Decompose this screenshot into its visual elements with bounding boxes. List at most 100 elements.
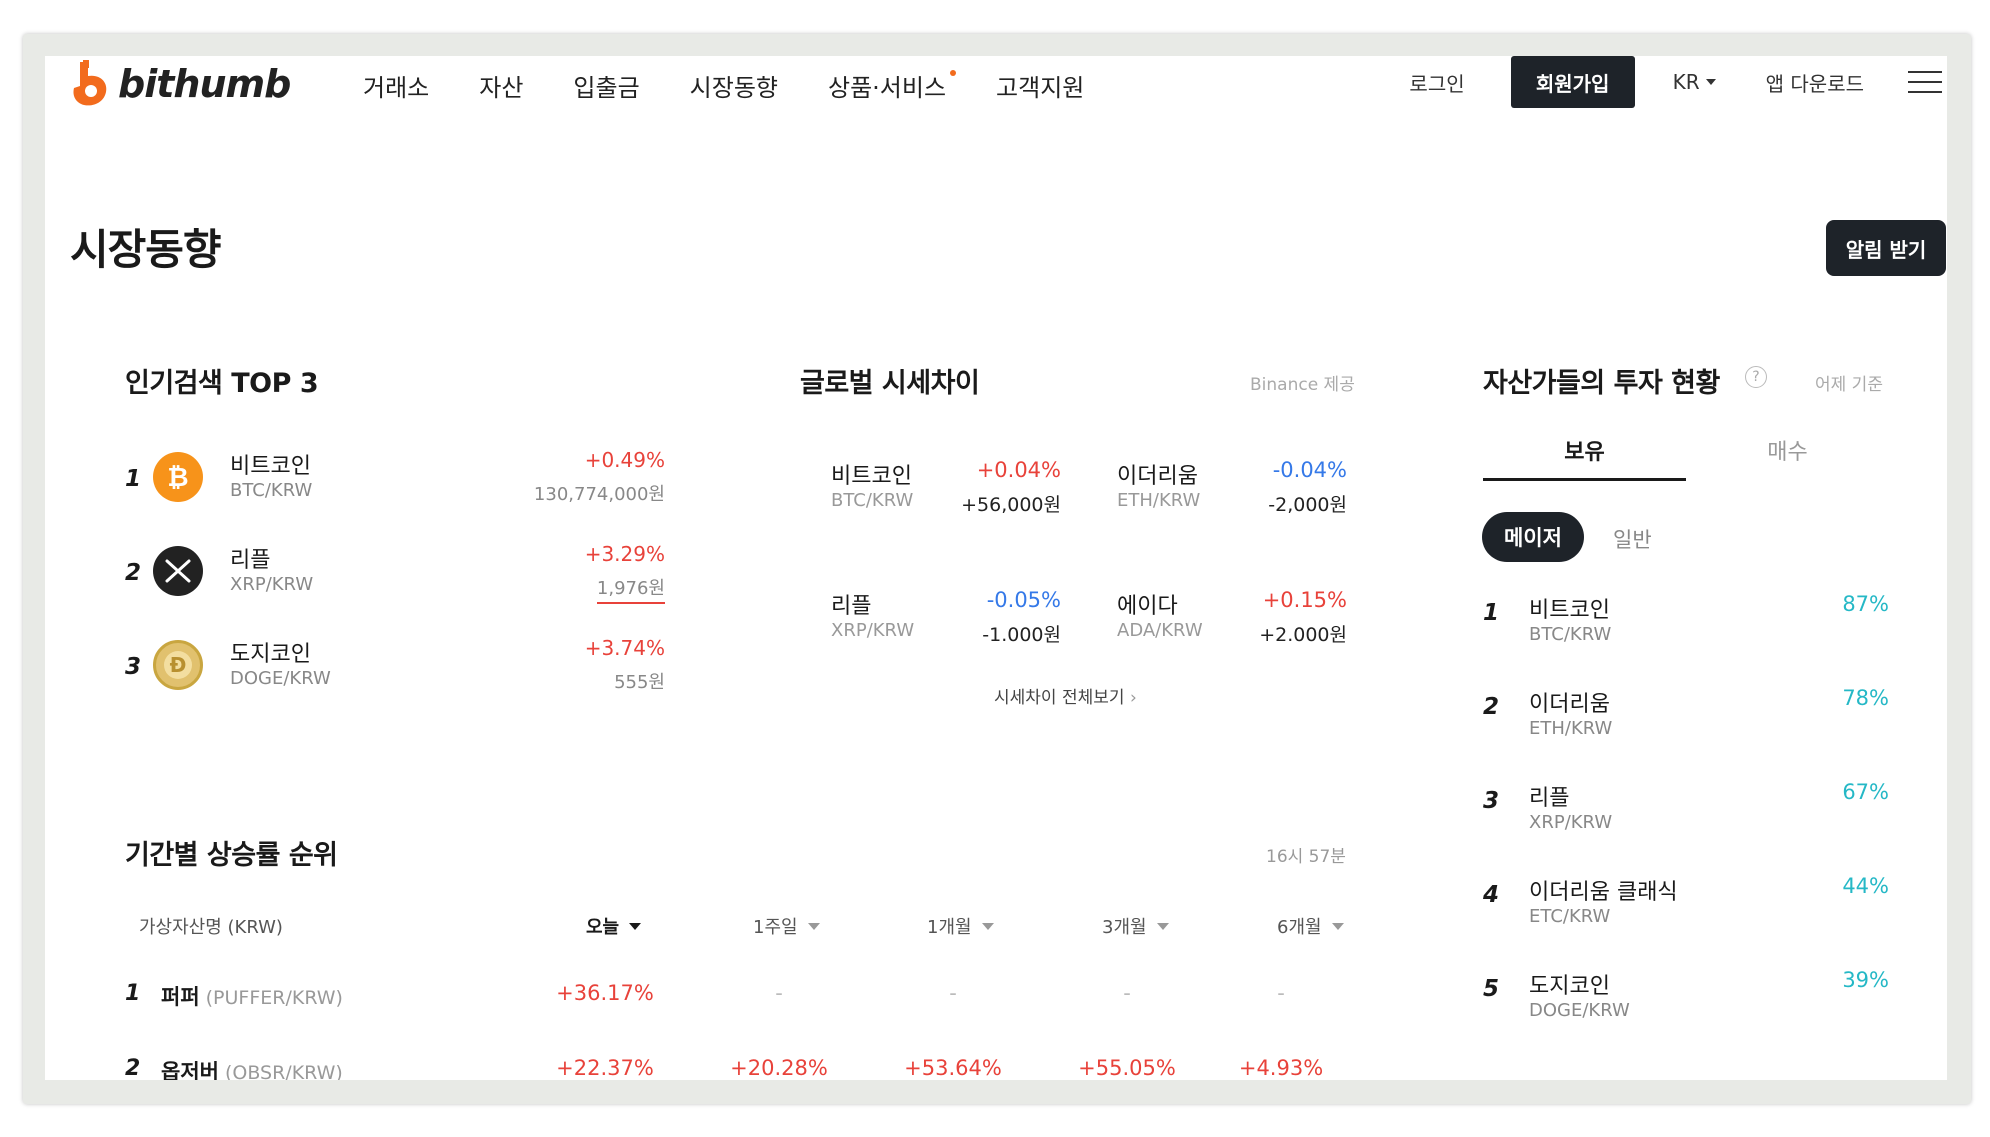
col-today[interactable]: 오늘 [586,913,642,939]
sort-down-icon [807,922,820,930]
investor-item[interactable]: 3 리플 XRP/KRW 67% [1483,780,1889,850]
diff-percent: -0.04% [1272,458,1347,482]
see-all-label: 시세차이 전체보기 [994,688,1125,708]
signup-button[interactable]: 회원가입 [1510,56,1635,108]
coin-name: 이더리움 클래식 [1529,880,1678,905]
popular-item[interactable]: 1 ₿ 비트코인 BTC/KRW +0.49% 130,774,000원 [125,448,665,518]
change-today: +36.17% [556,981,654,1005]
alert-button[interactable]: 알림 받기 [1826,220,1946,276]
global-diff-title: 글로벌 시세차이 [800,368,980,399]
app-download-link[interactable]: 앱 다운로드 [1766,68,1864,97]
logo-text: bithumb [118,62,291,106]
col-3month-label: 3개월 [1102,917,1147,938]
page: bithumb 거래소 자산 입출금 시장동향 상품·서비스 고객지원 로그인 … [45,56,1947,1080]
rank: 5 [1483,976,1500,1002]
diff-percent: -0.05% [986,588,1061,612]
investor-item[interactable]: 2 이더리움 ETH/KRW 78% [1483,686,1889,756]
holding-percent: 44% [1842,874,1889,898]
coin-name: 리플 [230,548,271,573]
col-asset-name: 가상자산명 (KRW) [139,917,283,938]
coin-name: 도지코인 [1529,974,1610,999]
ranking-time: 16시 57분 [1266,847,1346,867]
col-today-label: 오늘 [586,917,620,938]
change-6month: - [1277,981,1285,1005]
filter-general[interactable]: 일반 [1613,524,1652,554]
coin-name: 옵저버 (OBSR/KRW) [161,1056,343,1080]
coin-pair: DOGE/KRW [1529,1000,1630,1021]
see-all-diff-link[interactable]: 시세차이 전체보기 › [994,683,1137,708]
change-percent: +3.29% [584,542,665,566]
rank: 1 [125,981,141,1006]
sort-down-icon [981,922,994,930]
coin-name: 리플 [1529,786,1570,811]
header-actions: 로그인 회원가입 KR 앱 다운로드 [1409,56,1947,108]
diff-percent: +0.15% [1262,588,1347,612]
global-diff-item[interactable]: 비트코인 BTC/KRW +0.04% +56,000원 [831,458,1061,518]
nav-assets[interactable]: 자산 [479,68,523,103]
coin-pair: XRP/KRW [1529,812,1613,833]
ranking-row[interactable]: 2 옵저버 (OBSR/KRW) +22.37% +20.28% +53.64% … [125,1056,1323,1080]
bitcoin-icon: ₿ [153,452,203,502]
investor-item[interactable]: 1 비트코인 BTC/KRW 87% [1483,592,1889,662]
rank: 3 [1483,788,1500,814]
holding-percent: 87% [1842,592,1889,616]
coin-pair: XRP/KRW [831,620,915,641]
coin-name-text: 퍼퍼 [161,985,200,1009]
tab-holding[interactable]: 보유 [1483,434,1686,466]
coin-pair: ETH/KRW [1529,718,1613,739]
popular-item[interactable]: 2 리플 XRP/KRW +3.29% 1,976원 [125,542,665,612]
ranking-row[interactable]: 1 퍼퍼 (PUFFER/KRW) +36.17% - - - - [125,981,1285,1021]
page-title: 시장동향 [70,225,222,274]
nav-exchange[interactable]: 거래소 [363,68,429,103]
nav-deposit-withdraw[interactable]: 입출금 [573,68,639,103]
holding-percent: 78% [1842,686,1889,710]
language-label: KR [1672,70,1700,94]
coin-price: 555원 [614,672,665,693]
change-percent: +3.74% [584,636,665,660]
col-6month-label: 6개월 [1277,917,1322,938]
bithumb-logo[interactable]: bithumb [70,59,291,109]
diff-amount: +56,000원 [961,494,1061,516]
filter-major[interactable]: 메이저 [1482,512,1584,562]
nav-market-trends[interactable]: 시장동향 [690,68,778,103]
holding-percent: 39% [1842,968,1889,992]
coin-pair: ETC/KRW [1529,906,1611,927]
tab-buying[interactable]: 매수 [1686,434,1889,466]
investor-item[interactable]: 5 도지코인 DOGE/KRW 39% [1483,968,1889,1038]
nav-products-services[interactable]: 상품·서비스 [828,68,957,103]
language-selector[interactable]: KR [1673,70,1716,94]
diff-amount: -1.000원 [982,624,1061,646]
col-1month-label: 1개월 [927,917,972,938]
holding-percent: 67% [1842,780,1889,804]
popular-item[interactable]: 3 Ð 도지코인 DOGE/KRW +3.74% 555원 [125,636,665,706]
coin-pair: (OBSR/KRW) [224,1062,343,1080]
coin-name: 비트코인 [1529,598,1610,623]
col-3month[interactable]: 3개월 [1102,913,1169,939]
change-6month: +4.93% [1238,1056,1324,1080]
menu-icon[interactable] [1908,69,1942,95]
change-1week: - [775,981,783,1005]
coin-name: 리플 [831,594,872,619]
coin-name-text: 옵저버 [161,1060,219,1080]
chevron-right-icon: › [1129,688,1137,708]
global-diff-item[interactable]: 에이다 ADA/KRW +0.15% +2.000원 [1117,588,1347,648]
login-link[interactable]: 로그인 [1409,68,1464,97]
help-icon[interactable]: ? [1745,366,1767,388]
coin-name: 퍼퍼 (PUFFER/KRW) [161,981,343,1011]
investor-item[interactable]: 4 이더리움 클래식 ETC/KRW 44% [1483,874,1889,944]
svg-text:₿: ₿ [167,463,188,493]
change-1month: - [949,981,957,1005]
rank: 3 [125,654,142,680]
coin-price: 130,774,000원 [533,484,665,505]
new-dot [950,70,957,76]
xrp-icon [153,546,203,596]
global-diff-item[interactable]: 리플 XRP/KRW -0.05% -1.000원 [831,588,1061,648]
coin-pair: XRP/KRW [230,574,314,595]
nav-customer-support[interactable]: 고객지원 [996,68,1084,103]
col-6month[interactable]: 6개월 [1277,913,1344,939]
diff-percent: +0.04% [976,458,1061,482]
col-1week[interactable]: 1주일 [753,913,820,939]
global-diff-item[interactable]: 이더리움 ETH/KRW -0.04% -2,000원 [1117,458,1347,518]
coin-name: 비트코인 [831,464,912,489]
col-1month[interactable]: 1개월 [927,913,994,939]
